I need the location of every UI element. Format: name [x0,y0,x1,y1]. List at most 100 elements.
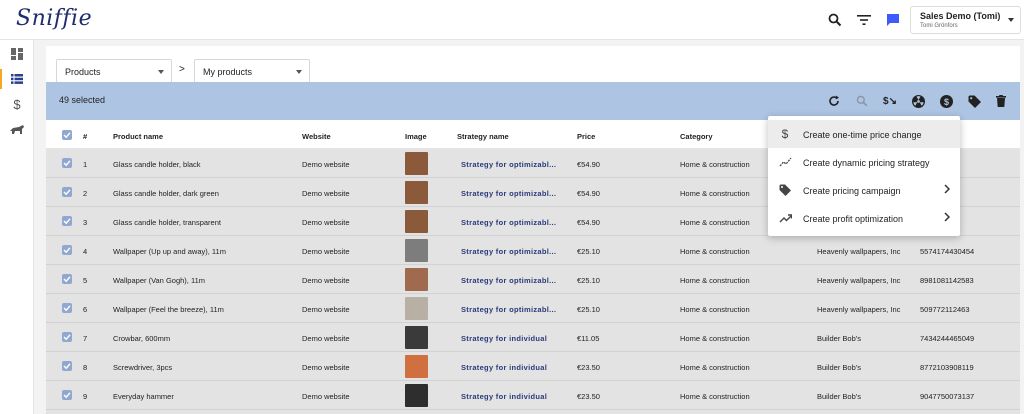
dollar-circle-icon[interactable]: $ [937,92,955,110]
product-name[interactable]: Wallpaper (Feel the breeze), 11m [113,305,224,314]
product-name[interactable]: Wallpaper (Van Gogh), 11m [113,276,205,285]
row-number: 2 [83,189,88,198]
column-num[interactable]: # [83,132,87,141]
table-row[interactable]: 9 Everyday hammer Demo website Strategy for… [46,381,1020,410]
strategy-name[interactable]: Strategy for optimizabl... [461,160,556,169]
product-image [405,152,428,175]
account-user: Tomi Grönfors [920,23,958,29]
dollar-icon[interactable]: $ [0,92,34,116]
row-checkbox[interactable] [62,303,72,313]
row-number: 9 [83,392,88,401]
chevron-down-icon [1008,18,1014,22]
row-checkbox[interactable] [62,158,72,168]
table-row[interactable]: 4 Wallpaper (Up up and away), 11m Demo web… [46,236,1020,265]
strategy-name[interactable]: Strategy for optimizabl... [461,305,556,314]
menu-item-create-pricing-campaign[interactable]: Create pricing campaign [768,176,960,204]
menu-item-create-dynamic-pricing-strategy[interactable]: Create dynamic pricing strategy [768,148,960,176]
strategy-name[interactable]: Strategy for individual [461,392,547,401]
strategy-name[interactable]: Strategy for optimizabl... [461,247,556,256]
column-image[interactable]: Image [405,132,427,141]
brand: Heavenly wallpapers, Inc [817,276,901,285]
row-checkbox[interactable] [62,245,72,255]
column-product-name[interactable]: Product name [113,132,163,141]
app-logo[interactable]: Sniffie [16,6,92,31]
strategy-name[interactable]: Strategy for individual [461,363,547,372]
product-name[interactable]: Crowbar, 600mm [113,334,170,343]
strategy-name[interactable]: Strategy for optimizabl... [461,218,556,227]
table-row[interactable]: 7 Crowbar, 600mm Demo website Strategy for … [46,323,1020,352]
website: Demo website [302,363,350,372]
column-price[interactable]: Price [577,132,595,141]
row-checkbox[interactable] [62,390,72,400]
trending-up-icon [778,211,792,225]
strategy-name[interactable]: Strategy for optimizabl... [461,189,556,198]
column-category[interactable]: Category [680,132,713,141]
price: €23.50 [577,363,600,372]
menu-item-label: Create profit optimization [803,214,904,224]
product-name[interactable]: Wallpaper (Up up and away), 11m [113,247,226,256]
list-icon[interactable] [0,67,34,91]
menu-item-label: Create pricing campaign [803,186,901,196]
row-checkbox[interactable] [62,361,72,371]
ean: 8981081142583 [920,276,974,285]
search-icon[interactable] [853,92,871,110]
select-all-checkbox[interactable] [62,130,72,140]
category: Home & construction [680,218,750,227]
table-row[interactable]: 8 Screwdriver, 3pcs Demo website Strategy f… [46,352,1020,381]
row-checkbox[interactable] [62,187,72,197]
website: Demo website [302,247,350,256]
product-name[interactable]: Everyday hammer [113,392,174,401]
menu-item-label: Create one-time price change [803,130,922,140]
table-row[interactable]: 5 Wallpaper (Van Gogh), 11m Demo website St… [46,265,1020,294]
column-website[interactable]: Website [302,132,331,141]
dashboard-icon[interactable] [0,42,34,66]
svg-text:$: $ [943,96,948,106]
product-name[interactable]: Glass candle holder, transparent [113,218,221,227]
list-select-value: My products [203,67,253,77]
chevron-right-icon [944,212,951,224]
radiation-icon[interactable] [909,92,927,110]
chat-icon[interactable] [883,10,903,30]
animal-icon[interactable] [0,118,34,142]
chart-line-icon [778,155,792,169]
table-row[interactable]: 6 Wallpaper (Feel the breeze), 11m Demo we… [46,294,1020,323]
row-number: 1 [83,160,88,169]
filter-icon[interactable] [854,10,874,30]
price-change-icon[interactable]: $↘ [881,92,899,110]
row-checkbox[interactable] [62,332,72,342]
brand: Builder Bob's [817,363,861,372]
account-switcher[interactable]: Sales Demo (Tomi) Tomi Grönfors [910,6,1021,34]
category-select[interactable]: Products [56,59,172,83]
row-number: 5 [83,276,88,285]
tag-icon[interactable] [965,92,983,110]
ean: 7434244465049 [920,334,975,343]
row-checkbox[interactable] [62,274,72,284]
breadcrumb-separator: > [179,64,185,75]
ean: 5574174430454 [920,247,975,256]
ean: 509772112463 [920,305,970,314]
row-checkbox[interactable] [62,216,72,226]
product-image [405,181,428,204]
strategy-name[interactable]: Strategy for optimizabl... [461,276,556,285]
brand: Builder Bob's [817,334,861,343]
website: Demo website [302,305,350,314]
product-name[interactable]: Glass candle holder, dark green [113,189,219,198]
category-select-value: Products [65,67,101,77]
category: Home & construction [680,189,750,198]
menu-item-create-one-time-price-change[interactable]: $ Create one-time price change [768,120,960,148]
product-image [405,239,428,262]
strategy-name[interactable]: Strategy for individual [461,334,547,343]
refresh-icon[interactable] [825,92,843,110]
row-number: 4 [83,247,88,256]
category: Home & construction [680,305,750,314]
category: Home & construction [680,247,750,256]
brand: Heavenly wallpapers, Inc [817,247,901,256]
menu-item-create-profit-optimization[interactable]: Create profit optimization [768,204,960,232]
ean: 9047750073137 [920,392,975,401]
search-icon[interactable] [825,10,845,30]
product-name[interactable]: Screwdriver, 3pcs [113,363,172,372]
product-name[interactable]: Glass candle holder, black [113,160,201,169]
list-select[interactable]: My products [194,59,310,83]
column-strategy-name[interactable]: Strategy name [457,132,509,141]
trash-icon[interactable] [992,92,1010,110]
